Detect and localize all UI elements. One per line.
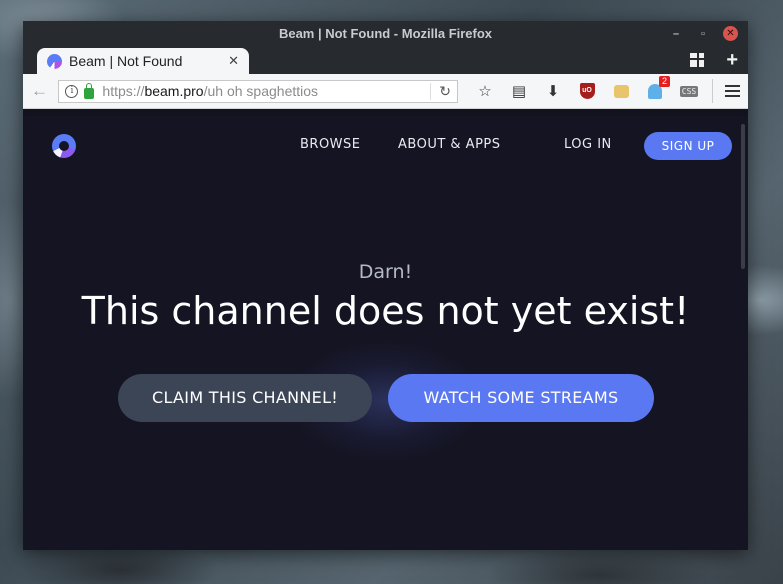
tab-strip: Beam | Not Found ✕ +	[23, 46, 748, 74]
url-separator	[430, 82, 432, 100]
error-subheading: Darn!	[358, 261, 413, 283]
url-protocol: https://	[102, 83, 145, 99]
reading-list-icon[interactable]: ▤	[502, 79, 536, 103]
ublock-shield-icon: uO	[579, 83, 595, 99]
css-label: CSS	[679, 85, 699, 97]
download-icon[interactable]: ⬇	[536, 79, 570, 103]
site-info-icon[interactable]: i	[65, 84, 79, 98]
beam-logo-icon[interactable]	[52, 134, 76, 158]
beam-favicon-icon	[47, 53, 62, 69]
back-arrow-icon[interactable]: ←	[31, 81, 52, 101]
css-extension-icon[interactable]: CSS	[672, 79, 706, 103]
tab-close-icon[interactable]: ✕	[228, 53, 239, 69]
nav-browse[interactable]: BROWSE	[300, 137, 361, 152]
signup-button[interactable]: SIGN UP	[644, 132, 732, 160]
nav-login[interactable]: LOG IN	[564, 137, 612, 152]
notification-badge: 2	[658, 76, 670, 87]
ghostery-icon[interactable]: 2	[638, 76, 672, 103]
tab-tools: +	[690, 46, 738, 74]
nav-about-apps[interactable]: ABOUT & APPS	[398, 137, 501, 152]
web-page: BROWSE ABOUT & APPS LOG IN SIGN UP Darn!…	[23, 116, 748, 550]
new-tab-icon[interactable]: +	[726, 50, 738, 70]
toolbar-divider	[712, 79, 713, 103]
firefox-window: Beam | Not Found - Mozilla Firefox – ▫ ✕…	[23, 21, 748, 550]
url-bar[interactable]: i https:// beam.pro /uh oh spaghettios ↻	[58, 79, 458, 103]
reload-icon[interactable]: ↻	[439, 83, 451, 100]
window-title: Beam | Not Found - Mozilla Firefox	[278, 26, 493, 41]
minimize-icon[interactable]: –	[669, 27, 683, 41]
close-window-icon[interactable]: ✕	[723, 26, 738, 41]
claim-channel-button[interactable]: CLAIM THIS CHANNEL!	[118, 374, 372, 422]
error-heading: This channel does not yet exist!	[81, 289, 690, 333]
tab-beam[interactable]: Beam | Not Found ✕	[37, 48, 249, 74]
honey-extension-icon[interactable]	[604, 79, 638, 103]
maximize-icon[interactable]: ▫	[696, 27, 710, 41]
tab-groups-icon[interactable]	[690, 53, 705, 67]
watch-streams-button[interactable]: WATCH SOME STREAMS	[388, 374, 654, 422]
window-titlebar[interactable]: Beam | Not Found - Mozilla Firefox – ▫ ✕	[23, 21, 748, 46]
hamburger-menu-icon[interactable]	[725, 85, 740, 97]
tab-title: Beam | Not Found	[69, 53, 183, 69]
window-controls: – ▫ ✕	[669, 21, 738, 46]
page-scrollbar[interactable]	[741, 124, 745, 269]
bookmark-star-icon[interactable]: ☆	[468, 79, 502, 103]
honey-shape-icon	[613, 84, 629, 98]
ublock-icon[interactable]: uO	[570, 79, 604, 103]
url-host: beam.pro	[144, 83, 204, 99]
secure-lock-icon	[84, 82, 95, 99]
toolbar-icons: ☆ ▤ ⬇ uO 2 CSS	[468, 76, 740, 103]
url-path: /uh oh spaghettios	[203, 83, 319, 99]
navigation-toolbar: ← i https:// beam.pro /uh oh spaghettios…	[23, 74, 748, 109]
